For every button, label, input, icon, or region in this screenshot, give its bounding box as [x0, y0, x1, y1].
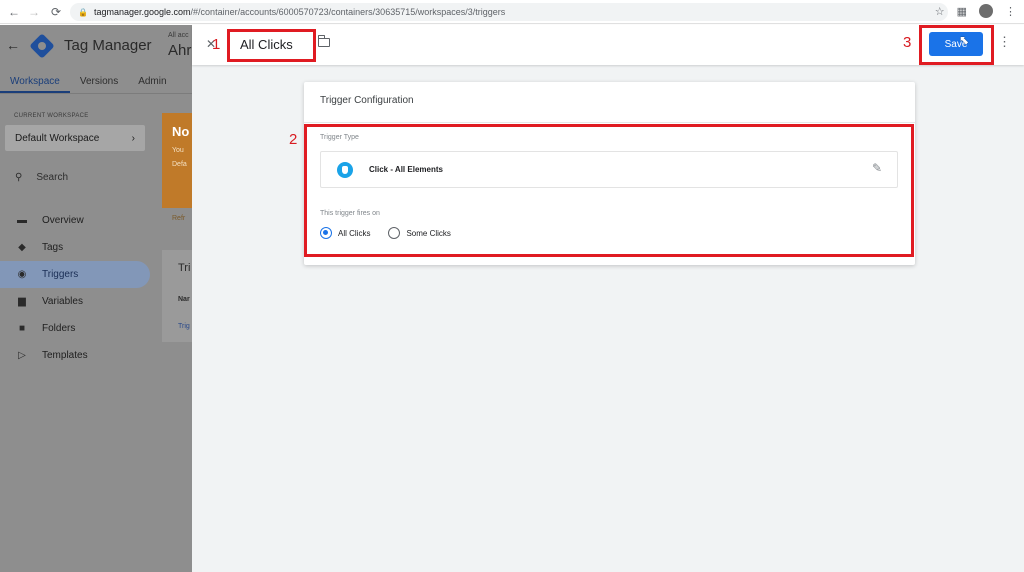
search-label: Search: [36, 171, 69, 183]
background-app: ← Tag Manager All acc Ahr Workspace Vers…: [0, 25, 192, 572]
forward-icon[interactable]: →: [24, 5, 44, 19]
triggers-card-link[interactable]: Trig: [178, 323, 190, 330]
app-title: Tag Manager: [64, 37, 152, 54]
config-title: Trigger Configuration: [320, 95, 414, 106]
trigger-icon: ◉: [17, 269, 27, 280]
browser-toolbar: ← → ⟳ 🔒 tagmanager.google.com/#/containe…: [0, 0, 1024, 24]
search-icon: ⚲: [15, 171, 23, 183]
sidebar-item-templates[interactable]: ▷ Templates: [0, 342, 150, 369]
address-bar[interactable]: 🔒 tagmanager.google.com/#/container/acco…: [70, 3, 948, 21]
sidebar-item-label: Variables: [42, 296, 83, 307]
sidebar-item-label: Triggers: [42, 269, 79, 280]
sidebar-item-label: Folders: [42, 323, 76, 334]
overview-icon: ▬: [17, 215, 27, 226]
more-vert-icon[interactable]: ⋮: [998, 35, 1011, 48]
tag-manager-logo-icon: [29, 33, 55, 59]
notice-text: Defa: [172, 161, 187, 168]
workspace-select[interactable]: Default Workspace ›: [5, 125, 145, 151]
sidebar-item-tags[interactable]: ◆ Tags: [0, 234, 150, 261]
sidebar-item-label: Overview: [42, 215, 84, 226]
sidebar-nav: ▬ Overview ◆ Tags ◉ Triggers ▆ Variables ■ Fo…: [0, 207, 150, 369]
editor-header: ✕ All Clicks Save ⬉ ⋮: [192, 25, 1024, 65]
trigger-editor-sheet: ✕ All Clicks Save ⬉ ⋮ Trigger Configurat…: [192, 25, 1024, 572]
tab-admin[interactable]: Admin: [128, 70, 176, 93]
sidebar-item-folders[interactable]: ■ Folders: [0, 315, 150, 342]
menu-icon[interactable]: ⋮: [1005, 5, 1016, 18]
variables-icon: ▆: [18, 296, 26, 307]
template-icon: ▷: [18, 350, 26, 361]
avatar[interactable]: [979, 4, 993, 18]
workspace-label: CURRENT WORKSPACE: [14, 113, 89, 119]
sidebar-item-overview[interactable]: ▬ Overview: [0, 207, 150, 234]
workspace-name: Default Workspace: [15, 132, 100, 144]
sidebar-item-label: Templates: [42, 350, 88, 361]
sidebar-item-label: Tags: [42, 242, 64, 253]
triggers-card-column: Nar: [178, 296, 190, 303]
reload-icon[interactable]: ⟳: [46, 5, 66, 19]
app-tabs: Workspace Versions Admin: [0, 70, 192, 94]
sidebar-item-triggers[interactable]: ◉ Triggers: [0, 261, 150, 288]
folder-icon[interactable]: [317, 35, 330, 47]
highlight-box-config: [304, 124, 914, 257]
highlight-box-name: [227, 29, 316, 62]
tab-workspace[interactable]: Workspace: [0, 70, 70, 93]
annotation-number: 2: [289, 131, 298, 148]
folder-icon: ■: [18, 323, 26, 334]
triggers-card-title: Tri: [178, 262, 191, 274]
back-icon[interactable]: ←: [4, 5, 24, 19]
notice-link[interactable]: Refr: [172, 215, 185, 222]
divider: [304, 122, 915, 123]
url-host: tagmanager.google.com: [93, 7, 191, 17]
sidebar-item-variables[interactable]: ▆ Variables: [0, 288, 150, 315]
back-arrow-icon[interactable]: ←: [6, 37, 20, 53]
extension-icon[interactable]: ▦: [957, 5, 967, 18]
tag-icon: ◆: [18, 242, 26, 253]
search-row[interactable]: ⚲ Search: [5, 165, 145, 189]
app-header: ← Tag Manager All acc Ahr: [0, 25, 192, 67]
annotation-number: 1: [212, 36, 221, 53]
notice-title: No: [172, 124, 190, 139]
annotation-number: 3: [903, 34, 912, 51]
account-name[interactable]: Ahr: [168, 42, 191, 59]
highlight-box-save: [919, 25, 994, 65]
lock-icon: 🔒: [78, 7, 88, 17]
notice-text: You: [172, 147, 184, 154]
star-icon[interactable]: ☆: [935, 5, 945, 18]
url-path: /#/container/accounts/6000570723/contain…: [190, 7, 506, 17]
tab-versions[interactable]: Versions: [70, 70, 128, 93]
account-label: All acc: [168, 32, 189, 39]
chevron-right-icon: ›: [131, 132, 135, 144]
